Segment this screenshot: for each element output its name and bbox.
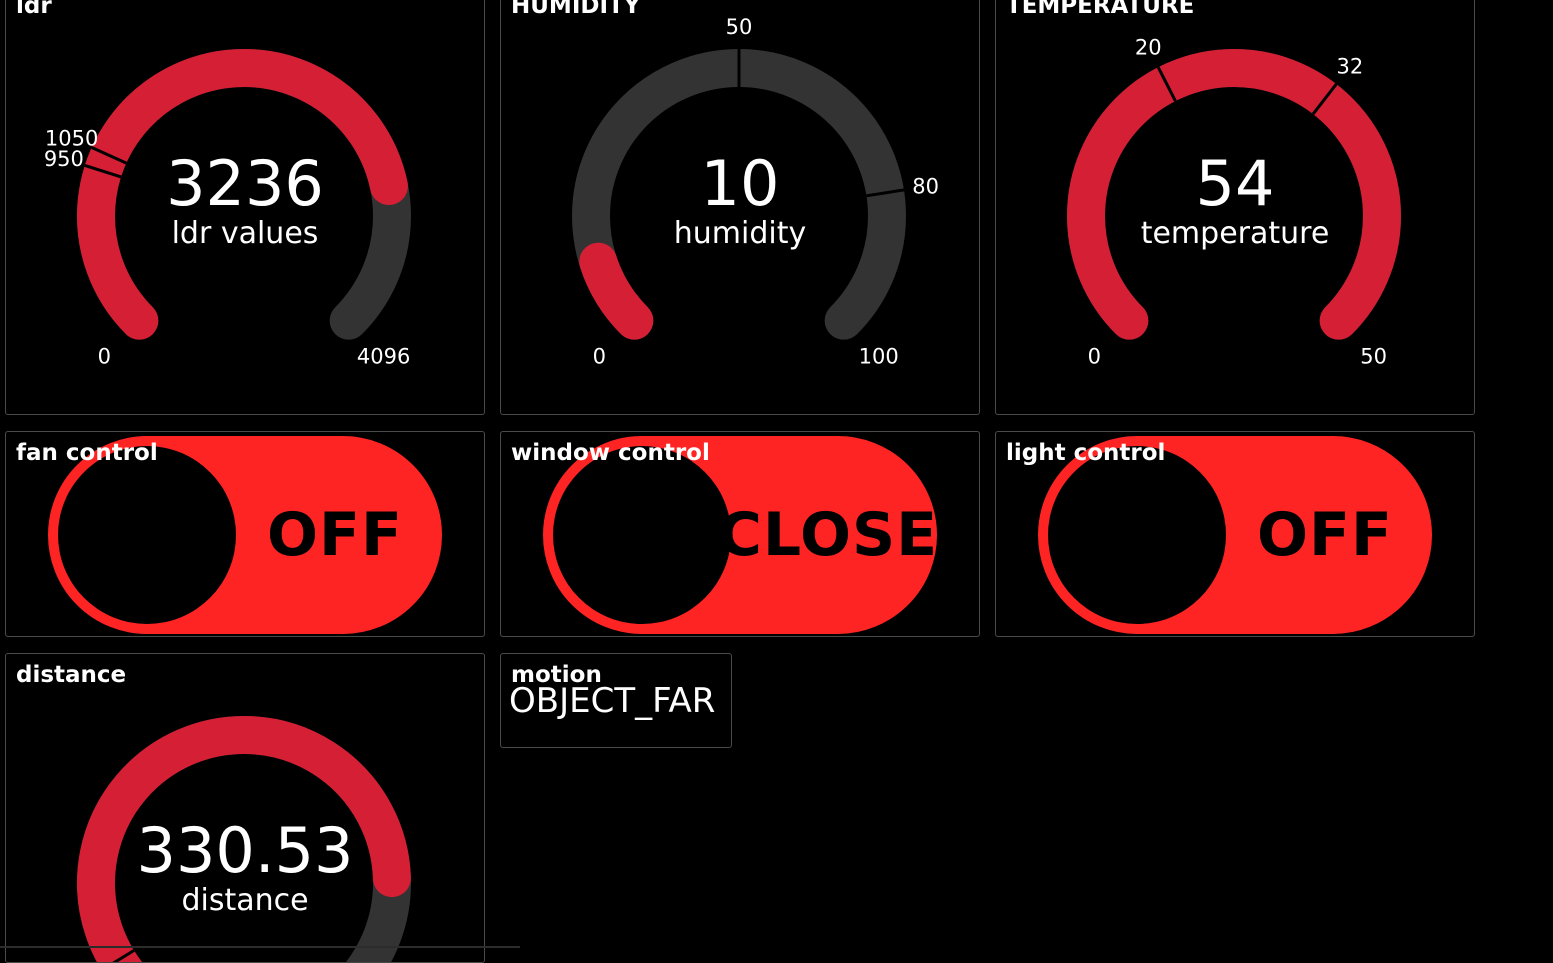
gauge-max-label: 100 xyxy=(859,345,899,369)
humidity-card: HUMIDITY 50800100 10 humidity xyxy=(500,0,980,415)
ldr-card: ldr 105095004096 3236 ldr values xyxy=(5,0,485,415)
gauge-fill xyxy=(598,262,634,321)
gauge-tick-label: 50 xyxy=(726,15,753,39)
card-title: TEMPERATURE xyxy=(1006,0,1194,19)
toggle-knob xyxy=(1048,446,1226,624)
distance-card: distance 20 330.53 distance xyxy=(5,653,485,963)
gauge-max-label: 50 xyxy=(1360,345,1387,369)
toggle-state: CLOSE xyxy=(726,443,930,627)
gauge-label: temperature xyxy=(996,218,1474,250)
card-title: HUMIDITY xyxy=(511,0,640,19)
gauge-label: ldr values xyxy=(6,218,484,250)
toggle-state: OFF xyxy=(1225,443,1425,627)
gauge-label: humidity xyxy=(501,218,979,250)
gauge-tick-label: 32 xyxy=(1336,55,1363,79)
gauge-value: 3236 xyxy=(6,153,484,215)
gauge-min-label: 0 xyxy=(593,345,606,369)
motion-card: motion OBJECT_FAR xyxy=(500,653,732,748)
toggle-knob xyxy=(553,446,731,624)
gauge-tick-label: 20 xyxy=(1135,36,1162,60)
card-title: motion xyxy=(511,662,602,688)
gauge-label: distance xyxy=(6,885,484,917)
temperature-card: TEMPERATURE 20 32 0 50 54 temperature xyxy=(995,0,1475,415)
gauge-value: 54 xyxy=(996,153,1474,215)
toggle-knob xyxy=(58,446,236,624)
gauge-value: 330.53 xyxy=(6,820,484,882)
card-title: ldr xyxy=(16,0,52,19)
gauge-min-label: 0 xyxy=(98,345,111,369)
card-title: light control xyxy=(1006,440,1165,466)
gauge-min-label: 0 xyxy=(1088,345,1101,369)
gauge-max-label: 4096 xyxy=(357,345,410,369)
window-control-card: CLOSE window control xyxy=(500,431,980,637)
card-title: fan control xyxy=(16,440,158,466)
fan-control-card: OFF fan control xyxy=(5,431,485,637)
gauge-value: 10 xyxy=(501,153,979,215)
toggle-state: OFF xyxy=(235,443,435,627)
light-control-card: OFF light control xyxy=(995,431,1475,637)
card-title: window control xyxy=(511,440,710,466)
card-title: distance xyxy=(16,662,126,688)
